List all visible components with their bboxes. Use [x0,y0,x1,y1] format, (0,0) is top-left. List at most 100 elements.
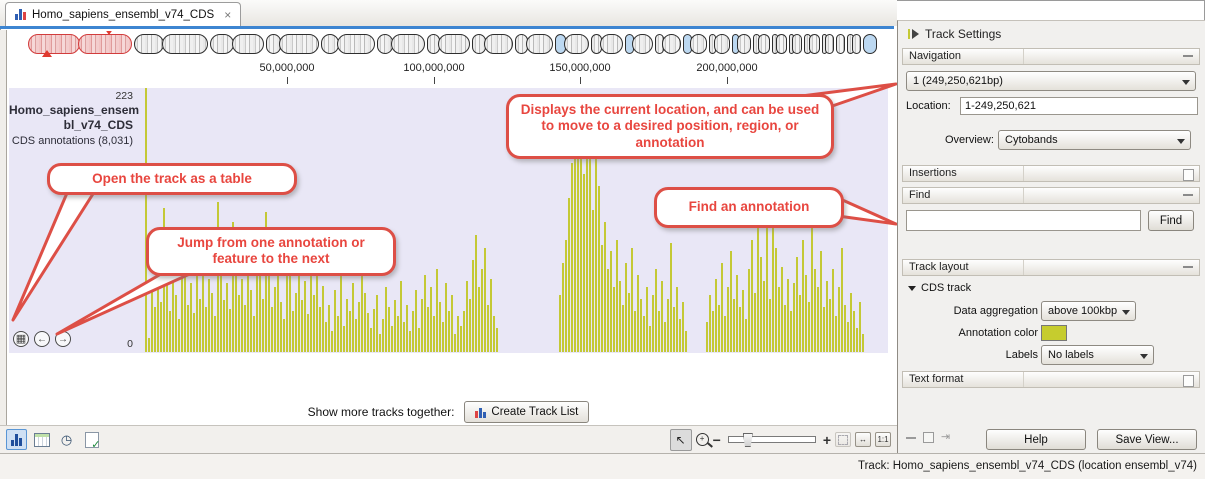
chromosome[interactable] [266,34,319,54]
collapse-navigation-icon[interactable] [1183,55,1193,57]
chromosome-arm [825,34,834,54]
annotation-color-swatch[interactable] [1041,325,1067,341]
next-annotation-button[interactable]: → [55,331,71,347]
track-view-button[interactable] [6,429,27,450]
chromosome-arm [438,34,470,54]
left-grip-strip [0,30,7,452]
chromosome-arm [134,34,164,54]
find-section-header[interactable]: Find [902,187,1200,204]
location-input[interactable] [960,97,1198,115]
chromosome-arm [232,34,264,54]
help-button[interactable]: Help [986,429,1086,450]
active-view-divider [0,26,894,29]
chromosome-arm [737,34,751,54]
fit-width-button[interactable]: ↔ [855,432,871,447]
chromosome[interactable] [134,34,208,54]
track-layout-section-header[interactable]: Track layout [902,259,1200,276]
chromosome-arm [776,34,787,54]
insertions-section-header[interactable]: Insertions [902,165,1200,182]
chromosome[interactable] [683,34,707,54]
cds-track-group[interactable]: CDS track [908,282,971,294]
chromosome[interactable] [804,34,820,54]
table-view-button[interactable] [31,429,52,450]
text-format-section-icon [1183,375,1194,387]
zoom-to-selection-button [835,432,851,447]
collapse-panel-icon [908,29,919,39]
chromosome[interactable] [863,34,877,54]
tab-title: Homo_sapiens_ensembl_v74_CDS [32,9,214,21]
zoom-in-plus[interactable]: + [823,433,831,447]
track-name-line1: Homo_sapiens_ensem [9,103,133,118]
chromosome[interactable] [753,34,770,54]
zoom-out-minus[interactable]: − [713,433,721,447]
dock-panel-icon[interactable]: ⇥ [941,432,950,443]
expand-cds-track-icon [908,286,916,291]
panel-header[interactable]: Track Settings [908,27,1001,41]
zoom-in-tool-button[interactable]: + [696,433,709,446]
minimize-all-icon[interactable] [906,437,916,439]
chromosome[interactable] [555,34,589,54]
chromosome-arm [162,34,208,54]
view-range-end-marker [104,31,114,35]
overview-select[interactable]: Cytobands [998,130,1191,150]
chromosome[interactable] [836,34,845,54]
tab-close-icon[interactable]: × [224,8,231,22]
text-format-section-header[interactable]: Text format [902,371,1200,388]
chromosome[interactable] [515,34,553,54]
chromosome[interactable] [377,34,425,54]
application-window: Homo_sapiens_ensembl_v74_CDS × 50,000,00… [0,0,1205,479]
x-axis-tick [434,77,435,84]
x-axis-tick-label: 150,000,000 [549,62,610,74]
track-list-icon [475,407,486,418]
chromosome-arm [28,34,80,54]
annotation-color-label: Annotation color [898,327,1038,339]
x-axis-tick-label: 200,000,000 [696,62,757,74]
create-track-list-button[interactable]: Create Track List [464,401,589,423]
chromosome[interactable] [625,34,653,54]
chromosome[interactable] [847,34,861,54]
tab-homo-sapiens-cds[interactable]: Homo_sapiens_ensembl_v74_CDS × [5,2,241,26]
chromosome[interactable] [709,34,730,54]
labels-select[interactable]: No labels [1041,345,1154,365]
view-mode-buttons: ◷ [6,429,102,450]
zoom-slider-handle[interactable] [743,433,753,447]
collapse-track-layout-icon[interactable] [1183,266,1193,268]
open-as-table-button[interactable]: ▦ [13,331,29,347]
chromosome[interactable] [822,34,834,54]
x-axis-tick-label: 100,000,000 [403,62,464,74]
save-view-button[interactable]: Save View... [1097,429,1197,450]
chromosome[interactable] [427,34,470,54]
chromosome-select[interactable]: 1 (249,250,621bp) [906,71,1196,91]
chromosome-arm [714,34,730,54]
expand-all-icon[interactable] [923,432,934,443]
chromosome[interactable] [789,34,802,54]
data-aggregation-select[interactable]: above 100kbp [1041,301,1136,321]
chromosome[interactable] [591,34,623,54]
chromosome[interactable] [472,34,513,54]
chromosome-arm [690,34,707,54]
x-axis-tick [580,77,581,84]
find-button[interactable]: Find [1148,210,1194,231]
collapse-find-icon[interactable] [1183,194,1193,196]
previous-annotation-button[interactable]: ← [34,331,50,347]
selection-cursor-button[interactable]: ↖ [670,429,692,451]
chromosome[interactable] [321,34,375,54]
insertions-section-icon [1183,169,1194,181]
panel-footer-icons: ⇥ [906,432,950,443]
chromosome-arm [484,34,513,54]
view-toolbar: ◷ ↖ + − + ↔ 1:1 [0,425,897,453]
chromosome[interactable] [210,34,264,54]
y-axis-max: 223 [9,90,133,102]
history-view-button[interactable]: ◷ [56,429,77,450]
chromosome[interactable] [732,34,751,54]
labels-label: Labels [898,349,1038,361]
cytoband-ideogram[interactable] [28,31,894,57]
chromosome[interactable] [655,34,681,54]
element-info-button[interactable] [81,429,102,450]
chromosome[interactable] [772,34,787,54]
zoom-100-button[interactable]: 1:1 [875,432,891,447]
find-input[interactable] [906,210,1141,231]
navigation-section-header[interactable]: Navigation [902,48,1200,65]
zoom-slider[interactable] [728,436,816,443]
callout-find-annotation: Find an annotation [654,187,844,228]
